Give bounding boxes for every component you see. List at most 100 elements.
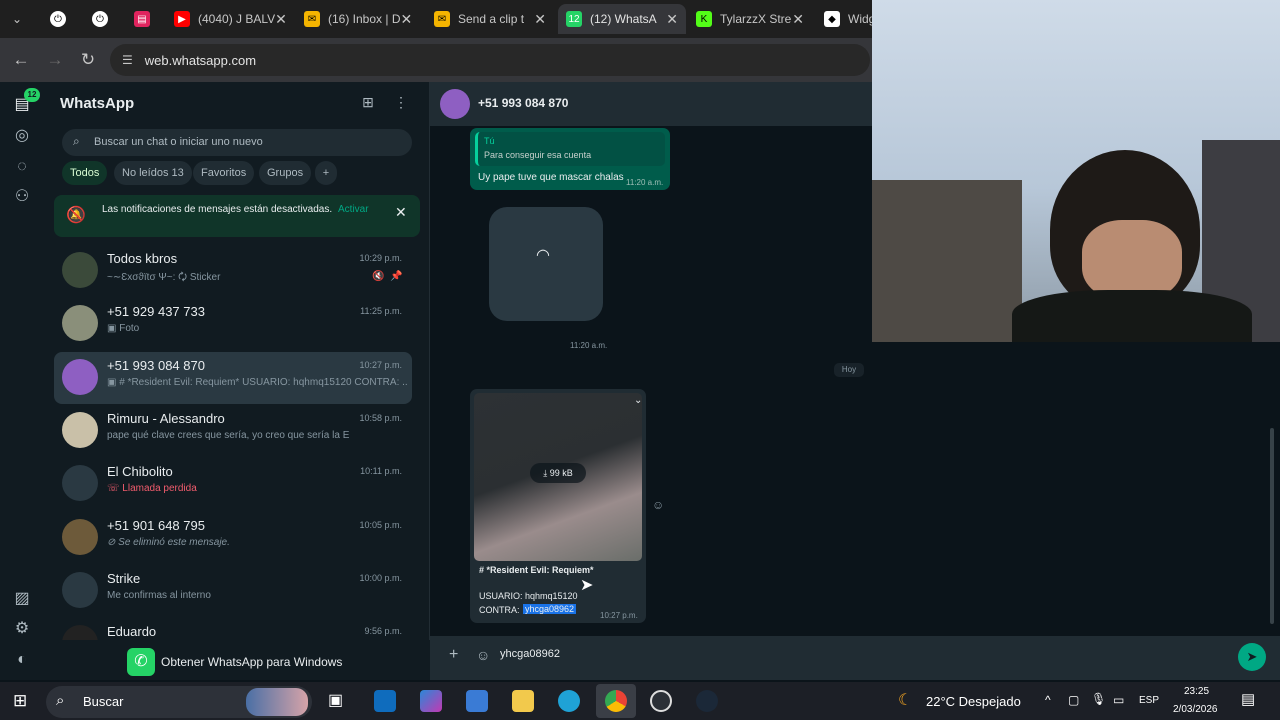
avatar: [62, 412, 98, 448]
file-explorer-icon[interactable]: [512, 690, 534, 712]
pin-icon: 📌: [390, 271, 403, 282]
clock-time[interactable]: 23:25: [1184, 686, 1209, 697]
widget-icon: ◆: [824, 11, 840, 27]
outlook-icon[interactable]: [374, 690, 396, 712]
chat-item[interactable]: Strike 10:00 p.m. Me confirmas al intern…: [54, 565, 412, 617]
contact-avatar[interactable]: [440, 89, 470, 119]
tab-pinned-2[interactable]: ⏻: [84, 4, 114, 34]
tab-inbox[interactable]: ✉ (16) Inbox | D ✕: [296, 4, 420, 34]
filter-unread[interactable]: No leídos 13: [114, 161, 192, 185]
task-view-icon[interactable]: ▣: [328, 690, 343, 710]
avatar: [62, 519, 98, 555]
menu-dots-icon[interactable]: ⋮: [392, 94, 410, 112]
chat-item[interactable]: El Chibolito 10:11 p.m. ☏ Llamada perdid…: [54, 458, 412, 510]
muted-bell-icon: 🔕: [66, 207, 86, 224]
status-icon[interactable]: ◎: [11, 125, 33, 147]
close-tab-icon[interactable]: ✕: [534, 11, 546, 28]
download-button[interactable]: ⤓ 99 kB: [530, 463, 586, 483]
new-chat-icon[interactable]: ⊞: [359, 94, 377, 112]
obs-icon[interactable]: [650, 690, 672, 712]
tab-whatsapp[interactable]: 12 (12) WhatsA ✕: [558, 4, 686, 34]
search-input[interactable]: ⌕ Buscar un chat o iniciar uno nuevo: [62, 129, 412, 156]
filter-todos[interactable]: Todos: [62, 161, 108, 185]
add-filter-icon[interactable]: +: [315, 161, 337, 185]
settings-gear-icon[interactable]: ⚙: [11, 618, 33, 640]
avatar: [62, 305, 98, 341]
communities-icon[interactable]: ⚇: [11, 186, 33, 208]
site-info-icon[interactable]: ☰: [122, 53, 133, 67]
close-tab-icon[interactable]: ✕: [275, 11, 287, 28]
emoji-icon[interactable]: ☺: [476, 647, 490, 663]
chat-item[interactable]: +51 929 437 733 11:25 p.m. ▣ Foto: [54, 298, 412, 350]
weather-text[interactable]: 22°C Despejado: [926, 694, 1021, 709]
message-bubble-out[interactable]: Tú Para conseguir esa cuenta Uy pape tuv…: [470, 128, 670, 190]
tab-pinned-3[interactable]: ▤: [126, 4, 156, 34]
chat-item[interactable]: Todos kbros 10:29 p.m. ~∼Ɛxσϑïtσ Ψ~: 🗘 S…: [54, 245, 412, 297]
reload-icon[interactable]: ↻: [77, 49, 99, 71]
webcam-person-face: [1082, 220, 1182, 300]
close-tab-icon[interactable]: ✕: [400, 11, 412, 28]
filter-groups[interactable]: Grupos: [259, 161, 312, 185]
send-icon: ➤: [1246, 649, 1258, 664]
attach-plus-icon[interactable]: +: [449, 646, 458, 664]
tab-youtube[interactable]: ▶ (4040) J BALV ✕: [166, 4, 294, 34]
default-avatar-icon: [62, 465, 98, 501]
get-app-link[interactable]: Obtener WhatsApp para Windows: [161, 655, 342, 669]
store-icon[interactable]: [466, 690, 488, 712]
filter-favorites[interactable]: Favoritos: [193, 161, 255, 185]
edge-icon[interactable]: [558, 690, 580, 712]
tab-widget[interactable]: ◆Widg: [816, 4, 872, 34]
notifications-banner: 🔕 Las notificaciones de mensajes están d…: [54, 195, 420, 237]
chat-item[interactable]: Eduardo 9:56 p.m.: [54, 618, 412, 640]
whatsapp-icon: 12: [566, 11, 582, 27]
contact-name[interactable]: +51 993 084 870: [478, 96, 568, 110]
chat-scrollbar[interactable]: [1270, 428, 1274, 624]
chat-item[interactable]: +51 901 648 795 10:05 p.m. ⊘ Se eliminó …: [54, 512, 412, 564]
tray-app-icon[interactable]: ▢: [1068, 693, 1079, 707]
forward-arrow-icon[interactable]: →: [44, 49, 66, 71]
pinned-app-icon: ⏻: [50, 11, 66, 27]
tab-search-icon[interactable]: ⌄: [4, 4, 34, 34]
notifications-icon[interactable]: ▤: [1241, 690, 1255, 708]
tab-kick[interactable]: K TylarzzX Stre ✕: [688, 4, 812, 34]
clock-date[interactable]: 2/03/2026: [1173, 704, 1218, 715]
quoted-message[interactable]: Tú Para conseguir esa cuenta: [475, 132, 665, 166]
chat-item[interactable]: Rimuru - Alessandro 10:58 p.m. pape qué …: [54, 405, 412, 457]
chat-item-selected[interactable]: +51 993 084 870 10:27 p.m. ▣ # *Resident…: [54, 352, 412, 404]
chevron-down-icon[interactable]: ⌄: [634, 395, 642, 406]
chrome-taskbar-active[interactable]: [596, 684, 636, 718]
mouse-cursor: ➤: [580, 577, 594, 594]
taskbar-search[interactable]: ⌕ Buscar: [46, 686, 312, 718]
windows-start-icon[interactable]: ⊞: [13, 691, 27, 711]
clip-icon: ✉: [434, 11, 450, 27]
activate-link[interactable]: Activar: [338, 204, 369, 215]
media-icon[interactable]: ▨: [11, 588, 33, 610]
browser-tab-strip: ⌄ ⏻ ⏻ ▤ ▶ (4040) J BALV ✕ ✉ (16) Inbox | D ✕…: [0, 0, 872, 38]
steam-icon[interactable]: [696, 690, 718, 712]
close-tab-icon[interactable]: ✕: [792, 11, 804, 28]
language-indicator[interactable]: ESP: [1139, 695, 1159, 706]
address-bar[interactable]: ☰ web.whatsapp.com: [110, 44, 870, 76]
selected-password-text[interactable]: yhcga08962: [523, 604, 577, 614]
back-arrow-icon[interactable]: ←: [10, 49, 32, 71]
send-button[interactable]: ➤: [1238, 643, 1266, 671]
close-icon[interactable]: ✕: [395, 204, 407, 221]
close-tab-icon[interactable]: ✕: [666, 11, 678, 28]
react-emoji-icon[interactable]: ☺: [652, 498, 664, 512]
avatar: [62, 359, 98, 395]
browser-toolbar: ← → ↻ ☰ web.whatsapp.com: [0, 38, 872, 82]
message-input[interactable]: yhcga08962: [500, 648, 1220, 664]
tray-chevron-up-icon[interactable]: ^: [1045, 693, 1051, 707]
profile-icon[interactable]: ◐: [11, 649, 33, 671]
moon-weather-icon: ☾: [898, 692, 913, 709]
channels-icon[interactable]: ◌: [11, 156, 33, 178]
sticker-placeholder[interactable]: ◠: [489, 207, 603, 321]
tab-send-clip[interactable]: ✉ Send a clip t ✕: [426, 4, 554, 34]
search-icon: ⌕: [73, 134, 80, 148]
media-message-bubble[interactable]: ⌄ ⤓ 99 kB # *Resident Evil: Requiem* USU…: [470, 389, 646, 623]
copilot-icon[interactable]: [420, 690, 442, 712]
network-icon[interactable]: ▭: [1113, 693, 1124, 707]
microphone-icon[interactable]: 🎙: [1091, 692, 1106, 706]
webcam-person-body: [1012, 290, 1252, 342]
tab-pinned-1[interactable]: ⏻: [42, 4, 72, 34]
